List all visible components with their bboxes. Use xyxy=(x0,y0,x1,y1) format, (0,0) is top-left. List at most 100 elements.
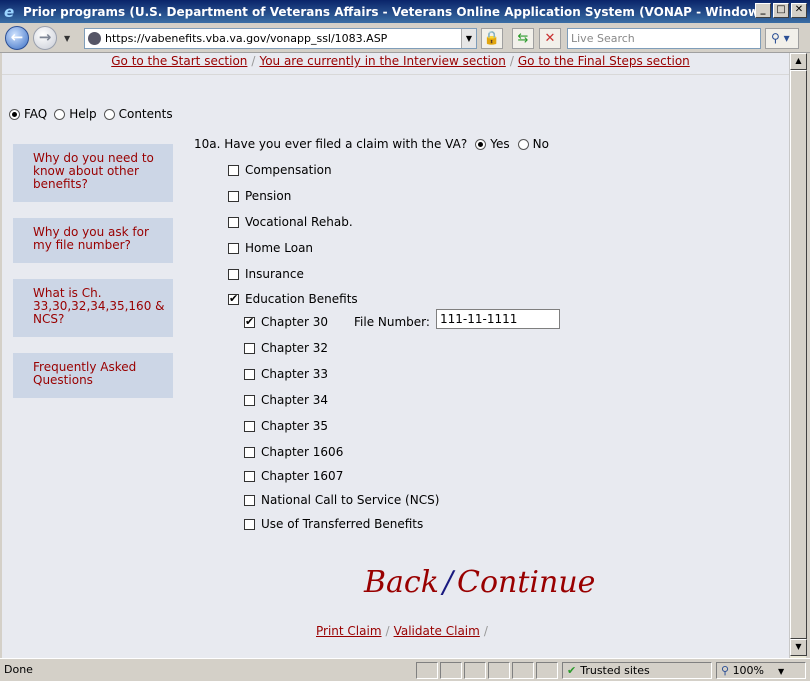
compensation-checkbox[interactable] xyxy=(228,164,239,176)
faq-file-number[interactable]: Why do you ask for my file number? xyxy=(13,218,173,263)
faq-label: FAQ xyxy=(24,107,48,121)
faq-general[interactable]: Frequently Asked Questions xyxy=(13,353,173,398)
site-icon xyxy=(88,32,101,45)
yes-radio[interactable] xyxy=(475,138,487,150)
back-link[interactable]: Back xyxy=(364,565,439,600)
bottom-links: Print Claim / Validate Claim / xyxy=(316,624,492,638)
education-checkbox[interactable] xyxy=(228,292,239,306)
address-toolbar: ← → ▼ https://vabenefits.vba.va.gov/vona… xyxy=(0,23,810,53)
zone-label: Trusted sites xyxy=(580,664,650,677)
search-icon[interactable]: ⚲ ▾ xyxy=(765,28,799,49)
ncs-label: National Call to Service (NCS) xyxy=(261,493,440,507)
minimize-button[interactable]: _ xyxy=(755,3,771,18)
status-cell xyxy=(440,662,462,679)
interview-section-link[interactable]: You are currently in the Interview secti… xyxy=(259,54,505,68)
link-separator-trailing: / xyxy=(483,624,488,638)
contents-radio[interactable] xyxy=(103,108,115,120)
claim-insurance[interactable]: Insurance xyxy=(228,267,304,281)
claim-pension[interactable]: Pension xyxy=(228,189,291,203)
faq-other-benefits[interactable]: Why do you need to know about other bene… xyxy=(13,144,173,202)
stop-icon[interactable]: ✕ xyxy=(539,28,561,49)
history-dropdown-icon[interactable]: ▼ xyxy=(64,34,70,43)
help-label: Help xyxy=(69,107,97,121)
question-label: 10a. Have you ever filed a claim with th… xyxy=(194,137,468,151)
insurance-checkbox[interactable] xyxy=(228,268,239,280)
chapter-34-label: Chapter 34 xyxy=(261,393,329,407)
home-loan-label: Home Loan xyxy=(245,241,314,255)
chapter-30-label: Chapter 30 xyxy=(261,315,329,329)
scroll-thumb[interactable] xyxy=(790,70,807,639)
back-arrow-icon[interactable]: ← xyxy=(5,26,29,50)
yes-label: Yes xyxy=(490,137,510,151)
page-navigation: Back / Continue xyxy=(364,565,595,600)
pension-checkbox[interactable] xyxy=(228,190,239,202)
chapter-34[interactable]: Chapter 34 xyxy=(244,393,328,407)
address-field[interactable]: https://vabenefits.vba.va.gov/vonapp_ssl… xyxy=(84,28,477,49)
scroll-down-icon[interactable]: ▼ xyxy=(790,639,807,656)
claim-education[interactable]: Education Benefits xyxy=(228,292,358,306)
scroll-up-icon[interactable]: ▲ xyxy=(790,53,807,70)
lock-icon[interactable]: 🔒 xyxy=(481,28,503,49)
chapter-32-label: Chapter 32 xyxy=(261,341,329,355)
chapter-34-checkbox[interactable] xyxy=(244,394,255,406)
chapter-1607[interactable]: Chapter 1607 xyxy=(244,469,343,483)
title-bar: e Prior programs (U.S. Department of Vet… xyxy=(0,0,810,23)
maximize-button[interactable]: □ xyxy=(773,3,789,18)
transferred-benefits-label: Use of Transferred Benefits xyxy=(261,517,424,531)
contents-label: Contents xyxy=(118,107,173,121)
chapter-32[interactable]: Chapter 32 xyxy=(244,341,328,355)
status-bar: Done ✔ Trusted sites ⚲ 100% ▼ xyxy=(0,658,810,681)
status-text: Done xyxy=(4,663,33,676)
validate-claim-link[interactable]: Validate Claim xyxy=(394,624,480,638)
url-text: https://vabenefits.vba.va.gov/vonapp_ssl… xyxy=(105,32,388,45)
print-claim-link[interactable]: Print Claim xyxy=(316,624,382,638)
chapter-32-checkbox[interactable] xyxy=(244,342,255,354)
chapter-30-checkbox[interactable] xyxy=(244,315,255,329)
home-loan-checkbox[interactable] xyxy=(228,242,239,254)
divider xyxy=(2,74,789,75)
forward-arrow-icon[interactable]: → xyxy=(33,26,57,50)
search-input[interactable]: Live Search xyxy=(567,28,761,49)
chapter-1606-checkbox[interactable] xyxy=(244,446,255,458)
continue-link[interactable]: Continue xyxy=(457,565,595,600)
faq-chapters[interactable]: What is Ch. 33,30,32,34,35,160 & NCS? xyxy=(13,279,173,337)
chapter-1606[interactable]: Chapter 1606 xyxy=(244,445,343,459)
chapter-35[interactable]: Chapter 35 xyxy=(244,419,328,433)
transferred-benefits-checkbox[interactable] xyxy=(244,518,255,530)
zoom-dropdown-icon[interactable]: ▼ xyxy=(778,667,784,676)
chapter-30[interactable]: Chapter 30 xyxy=(244,315,328,329)
pension-label: Pension xyxy=(245,189,292,203)
file-number-input[interactable]: 111-11-1111 xyxy=(436,309,560,329)
chapter-33-checkbox[interactable] xyxy=(244,368,255,380)
voc-rehab-checkbox[interactable] xyxy=(228,216,239,228)
start-section-link[interactable]: Go to the Start section xyxy=(111,54,247,68)
chapter-33[interactable]: Chapter 33 xyxy=(244,367,328,381)
url-dropdown-icon[interactable]: ▼ xyxy=(461,29,476,48)
chapter-1607-checkbox[interactable] xyxy=(244,470,255,482)
refresh-icon[interactable]: ⇆ xyxy=(512,28,534,49)
help-radio[interactable] xyxy=(54,108,66,120)
transferred-benefits[interactable]: Use of Transferred Benefits xyxy=(244,517,423,531)
chapter-35-label: Chapter 35 xyxy=(261,419,329,433)
ncs-checkbox[interactable] xyxy=(244,494,255,506)
status-cell xyxy=(512,662,534,679)
zoom-control[interactable]: ⚲ 100% ▼ xyxy=(716,662,806,679)
no-radio[interactable] xyxy=(517,138,529,150)
zoom-level: 100% xyxy=(732,664,765,677)
status-cell xyxy=(416,662,438,679)
status-cell xyxy=(536,662,558,679)
close-button[interactable]: ✕ xyxy=(791,3,807,18)
file-number-label: File Number: xyxy=(354,315,430,329)
vertical-scrollbar[interactable]: ▲ ▼ xyxy=(789,53,807,658)
claim-home-loan[interactable]: Home Loan xyxy=(228,241,313,255)
chapter-35-checkbox[interactable] xyxy=(244,420,255,432)
chapter-33-label: Chapter 33 xyxy=(261,367,329,381)
ncs[interactable]: National Call to Service (NCS) xyxy=(244,493,439,507)
checkmark-icon: ✔ xyxy=(567,664,577,677)
claim-voc-rehab[interactable]: Vocational Rehab. xyxy=(228,215,353,229)
final-steps-link[interactable]: Go to the Final Steps section xyxy=(518,54,690,68)
section-nav: Go to the Start section / You are currentl… xyxy=(111,54,690,68)
claim-compensation[interactable]: Compensation xyxy=(228,163,332,177)
security-zone[interactable]: ✔ Trusted sites xyxy=(562,662,712,679)
faq-radio[interactable] xyxy=(9,108,20,120)
